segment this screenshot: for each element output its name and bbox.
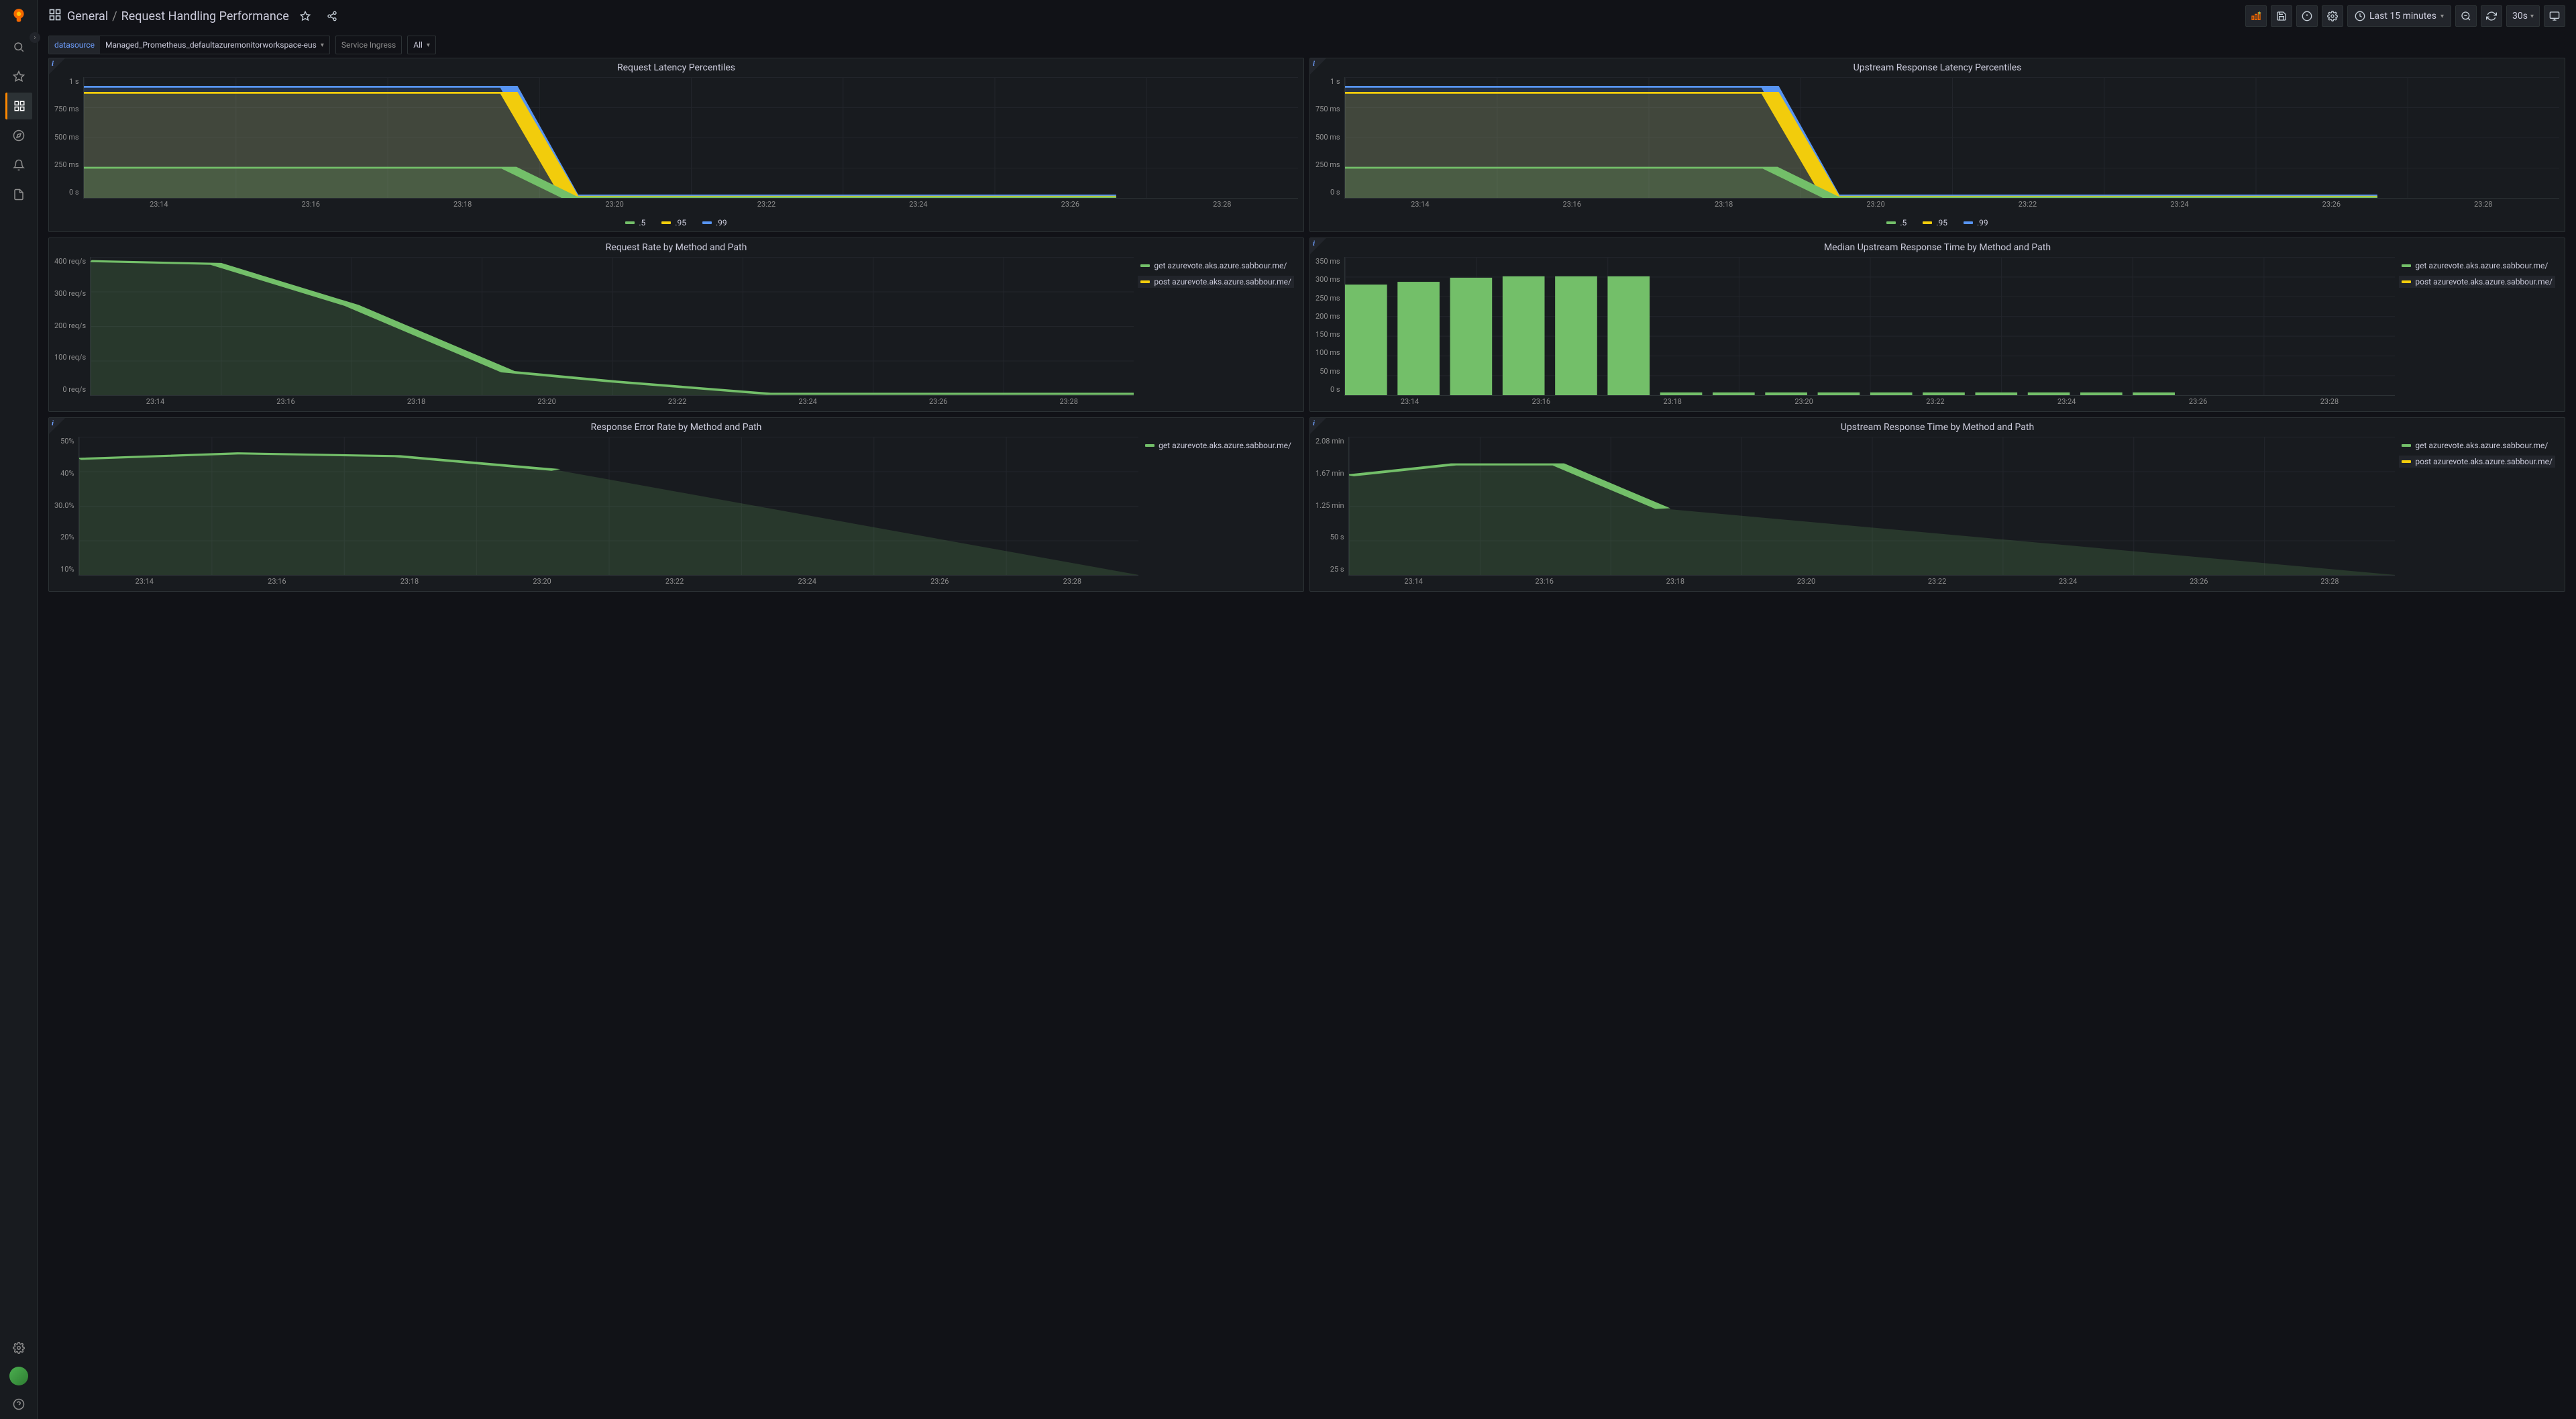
x-axis: 23:1423:1623:1823:2023:2223:2423:2623:28	[78, 576, 1139, 586]
chevron-down-icon: ▾	[2440, 13, 2444, 20]
nav-search[interactable]	[5, 34, 32, 60]
panel-info-icon[interactable]: i	[1310, 418, 1326, 434]
x-axis: 23:1423:1623:1823:2023:2223:2423:2623:28	[1344, 396, 2396, 406]
panel-title: Response Error Rate by Method and Path	[49, 418, 1303, 434]
nav-reports[interactable]	[5, 181, 32, 208]
refresh-button[interactable]	[2481, 5, 2502, 27]
clock-icon	[2355, 11, 2365, 21]
legend-item[interactable]: post azurevote.aks.azure.sabbour.me/	[1138, 276, 1294, 288]
chart-legend: get azurevote.aks.azure.sabbour.me/ post…	[2395, 257, 2559, 406]
panel-info-icon[interactable]: i	[49, 58, 65, 74]
chart-plot[interactable]	[1348, 437, 2396, 576]
legend-item[interactable]: get azurevote.aks.azure.sabbour.me/	[2399, 260, 2555, 272]
header: General / Request Handling Performance	[38, 0, 2576, 32]
chart-legend: get azurevote.aks.azure.sabbour.me/ post…	[2395, 437, 2559, 586]
chart-plot[interactable]	[78, 437, 1139, 576]
grafana-logo[interactable]	[8, 5, 30, 27]
nav-configuration[interactable]	[5, 1334, 32, 1361]
legend-item[interactable]: .95	[1920, 217, 1950, 229]
page-title[interactable]: Request Handling Performance	[121, 9, 289, 23]
chart-legend: .5 .95 .99	[1310, 214, 2565, 231]
legend-item[interactable]: .5	[1884, 217, 1909, 229]
dashboard-settings-button[interactable]	[2322, 5, 2343, 27]
panel-upstream-time[interactable]: i Upstream Response Time by Method and P…	[1309, 417, 2565, 592]
chart-plot[interactable]	[1344, 257, 2396, 396]
chevron-down-icon: ▾	[427, 42, 430, 49]
legend-item[interactable]: .99	[1961, 217, 1991, 229]
legend-item[interactable]: post azurevote.aks.azure.sabbour.me/	[2399, 276, 2555, 288]
chevron-down-icon: ▾	[321, 42, 324, 49]
panel-info-icon[interactable]: i	[1310, 58, 1326, 74]
legend-item[interactable]: get azurevote.aks.azure.sabbour.me/	[2399, 439, 2555, 452]
panels-grid: i Request Latency Percentiles 1 s750 ms5…	[38, 58, 2576, 1419]
chevron-down-icon: ▾	[2530, 13, 2534, 20]
legend-item[interactable]: post azurevote.aks.azure.sabbour.me/	[2399, 456, 2555, 468]
nav-explore[interactable]	[5, 122, 32, 149]
panel-median-upstream[interactable]: i Median Upstream Response Time by Metho…	[1309, 238, 2565, 412]
chart-legend: .5 .95 .99	[49, 214, 1303, 231]
breadcrumb: General / Request Handling Performance	[67, 9, 289, 23]
panel-title: Upstream Response Time by Method and Pat…	[1310, 418, 2565, 434]
share-dashboard-button[interactable]	[321, 5, 343, 27]
variable-datasource[interactable]: datasource Managed_Prometheus_defaultazu…	[48, 36, 330, 54]
panel-title: Upstream Response Latency Percentiles	[1310, 58, 2565, 74]
panel-title: Request Latency Percentiles	[49, 58, 1303, 74]
refresh-interval-label: 30s	[2512, 11, 2528, 21]
dashboards-icon	[48, 8, 62, 24]
y-axis: 50%40%30.0%20%10%	[54, 437, 78, 586]
y-axis: 350 ms300 ms250 ms200 ms150 ms100 ms50 m…	[1316, 257, 1344, 406]
y-axis: 400 req/s300 req/s200 req/s100 req/s0 re…	[54, 257, 90, 406]
dashboard-insights-button[interactable]	[2296, 5, 2318, 27]
variable-ingress-value[interactable]: All ▾	[407, 36, 436, 54]
legend-item[interactable]: .99	[700, 217, 730, 229]
panel-upstream-latency[interactable]: i Upstream Response Latency Percentiles …	[1309, 58, 2565, 232]
nav-help[interactable]	[5, 1391, 32, 1418]
legend-item[interactable]: get azurevote.aks.azure.sabbour.me/	[1142, 439, 1294, 452]
variable-value[interactable]: Managed_Prometheus_defaultazuremonitorwo…	[100, 36, 329, 54]
chart-legend: get azurevote.aks.azure.sabbour.me/	[1138, 437, 1298, 586]
x-axis: 23:1423:1623:1823:2023:2223:2423:2623:28	[1344, 199, 2559, 209]
legend-item[interactable]: get azurevote.aks.azure.sabbour.me/	[1138, 260, 1294, 272]
sidebar: ›	[0, 0, 38, 1419]
refresh-interval-picker[interactable]: 30s ▾	[2506, 5, 2540, 27]
nav-dashboards[interactable]	[5, 93, 32, 119]
legend-item[interactable]: .5	[623, 217, 648, 229]
zoom-out-button[interactable]	[2455, 5, 2477, 27]
y-axis: 2.08 min1.67 min1.25 min50 s25 s	[1316, 437, 1348, 586]
time-range-label: Last 15 minutes	[2369, 11, 2436, 21]
time-range-picker[interactable]: Last 15 minutes ▾	[2347, 5, 2451, 27]
panel-request-latency[interactable]: i Request Latency Percentiles 1 s750 ms5…	[48, 58, 1304, 232]
chart-plot[interactable]	[1344, 77, 2559, 199]
user-avatar[interactable]	[9, 1367, 28, 1385]
panel-title: Request Rate by Method and Path	[49, 238, 1303, 254]
y-axis: 1 s750 ms500 ms250 ms0 s	[1316, 77, 1344, 209]
chart-legend: get azurevote.aks.azure.sabbour.me/ post…	[1134, 257, 1298, 406]
variable-label: datasource	[49, 36, 100, 54]
nav-starred[interactable]	[5, 63, 32, 90]
panel-request-rate[interactable]: Request Rate by Method and Path 400 req/…	[48, 238, 1304, 412]
panel-error-rate[interactable]: i Response Error Rate by Method and Path…	[48, 417, 1304, 592]
panel-title: Median Upstream Response Time by Method …	[1310, 238, 2565, 254]
chart-plot[interactable]	[83, 77, 1298, 199]
x-axis: 23:1423:1623:1823:2023:2223:2423:2623:28	[90, 396, 1134, 406]
variable-label: Service Ingress	[336, 36, 401, 54]
panel-info-icon[interactable]: i	[49, 418, 65, 434]
save-dashboard-button[interactable]	[2271, 5, 2292, 27]
nav-alerting[interactable]	[5, 152, 32, 178]
breadcrumb-folder[interactable]: General	[67, 9, 108, 23]
variable-ingress[interactable]: Service Ingress	[335, 36, 402, 54]
view-mode-button[interactable]	[2544, 5, 2565, 27]
y-axis: 1 s750 ms500 ms250 ms0 s	[54, 77, 83, 209]
chart-plot[interactable]	[90, 257, 1134, 396]
variable-value[interactable]: All ▾	[408, 36, 435, 54]
legend-item[interactable]: .95	[659, 217, 689, 229]
add-panel-button[interactable]	[2245, 5, 2267, 27]
x-axis: 23:1423:1623:1823:2023:2223:2423:2623:28	[1348, 576, 2396, 586]
template-variables: datasource Managed_Prometheus_defaultazu…	[38, 32, 2576, 58]
panel-info-icon[interactable]: i	[1310, 238, 1326, 254]
star-dashboard-button[interactable]	[294, 5, 316, 27]
breadcrumb-separator: /	[112, 9, 117, 23]
x-axis: 23:1423:1623:1823:2023:2223:2423:2623:28	[83, 199, 1298, 209]
sidebar-expand-toggle[interactable]: ›	[30, 32, 40, 43]
